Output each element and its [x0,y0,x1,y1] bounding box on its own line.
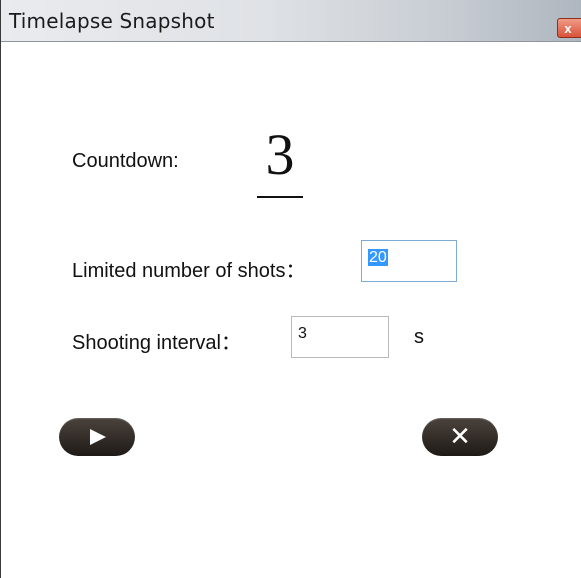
countdown-value: 3 [265,122,295,187]
countdown-underline [257,196,303,198]
interval-unit: s [414,326,424,348]
countdown-label: Countdown: [72,150,179,172]
window-close-button[interactable]: x [557,18,581,38]
interval-input-value: 3 [298,325,307,342]
play-icon [90,429,106,445]
close-icon: x [564,21,572,36]
shots-label: Limited number of shots： [72,260,306,282]
shots-input-value: 20 [368,249,388,266]
interval-input[interactable]: 3 [291,316,389,358]
window-title: Timelapse Snapshot [9,9,215,33]
cancel-button[interactable]: ✕ [422,418,498,456]
shots-input[interactable]: 20 [361,240,457,282]
start-button[interactable] [59,418,135,456]
interval-label: Shooting interval： [72,332,241,354]
title-bar[interactable]: Timelapse Snapshot x [1,0,581,42]
close-icon: ✕ [449,422,471,452]
timelapse-snapshot-dialog: Timelapse Snapshot x Countdown: 3 Limite… [0,0,581,578]
